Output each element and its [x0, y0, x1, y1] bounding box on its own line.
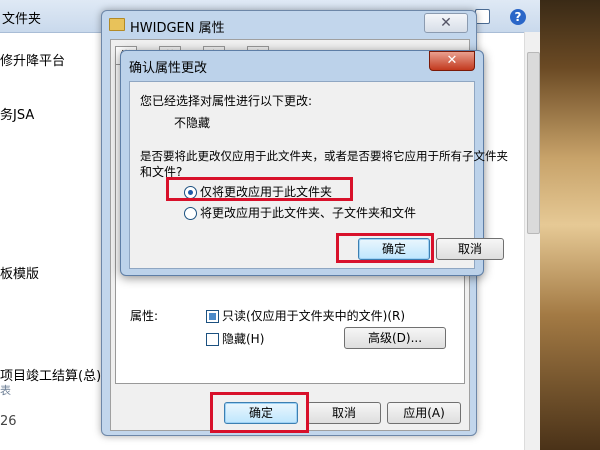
advanced-button[interactable]: 高级(D)...: [344, 327, 446, 349]
radio-all-subfolders-label: 将更改应用于此文件夹、子文件夹和文件: [200, 206, 417, 220]
desktop-wallpaper: [540, 0, 600, 450]
intro-text: 您已经选择对属性进行以下更改:: [140, 94, 313, 108]
highlight-confirm-ok-button: [336, 233, 434, 263]
list-item[interactable]: 务JSA: [0, 104, 34, 123]
hidden-label: 隐藏(H): [222, 332, 265, 346]
confirm-title: 确认属性更改: [129, 61, 208, 76]
highlight-ok-button: [210, 392, 309, 433]
highlight-this-folder-option: [166, 177, 353, 201]
hidden-checkbox[interactable]: [206, 333, 219, 346]
cancel-button[interactable]: 取消: [307, 402, 381, 424]
dialog-title: HWIDGEN 属性: [130, 21, 225, 36]
folder-icon: [109, 18, 125, 31]
confirm-close-button[interactable]: ✕: [429, 51, 475, 71]
readonly-label: 只读(仅应用于文件夹中的文件)(R): [222, 309, 406, 323]
confirm-cancel-button[interactable]: 取消: [436, 238, 504, 260]
list-item[interactable]: 板模版: [0, 263, 39, 282]
scrollbar[interactable]: [524, 32, 541, 450]
scrollbar-thumb[interactable]: [527, 52, 540, 234]
help-icon[interactable]: ?: [510, 9, 526, 25]
close-button[interactable]: ✕: [424, 13, 468, 33]
status-count: 26: [0, 414, 17, 429]
preview-pane-icon[interactable]: [475, 9, 490, 24]
radio-all-subfolders[interactable]: [184, 207, 197, 220]
readonly-checkbox[interactable]: [206, 310, 219, 323]
list-item[interactable]: 修升降平台: [0, 50, 65, 69]
breadcrumb[interactable]: 文件夹: [2, 8, 41, 27]
list-item-detail: 表: [0, 384, 11, 397]
attributes-label: 属性:: [130, 309, 159, 323]
question-text-line1: 是否要将此更改仅应用于此文件夹，或者是否要将它应用于所有子文件夹: [140, 149, 508, 163]
apply-button[interactable]: 应用(A): [387, 402, 461, 424]
change-text: 不隐藏: [174, 116, 211, 130]
